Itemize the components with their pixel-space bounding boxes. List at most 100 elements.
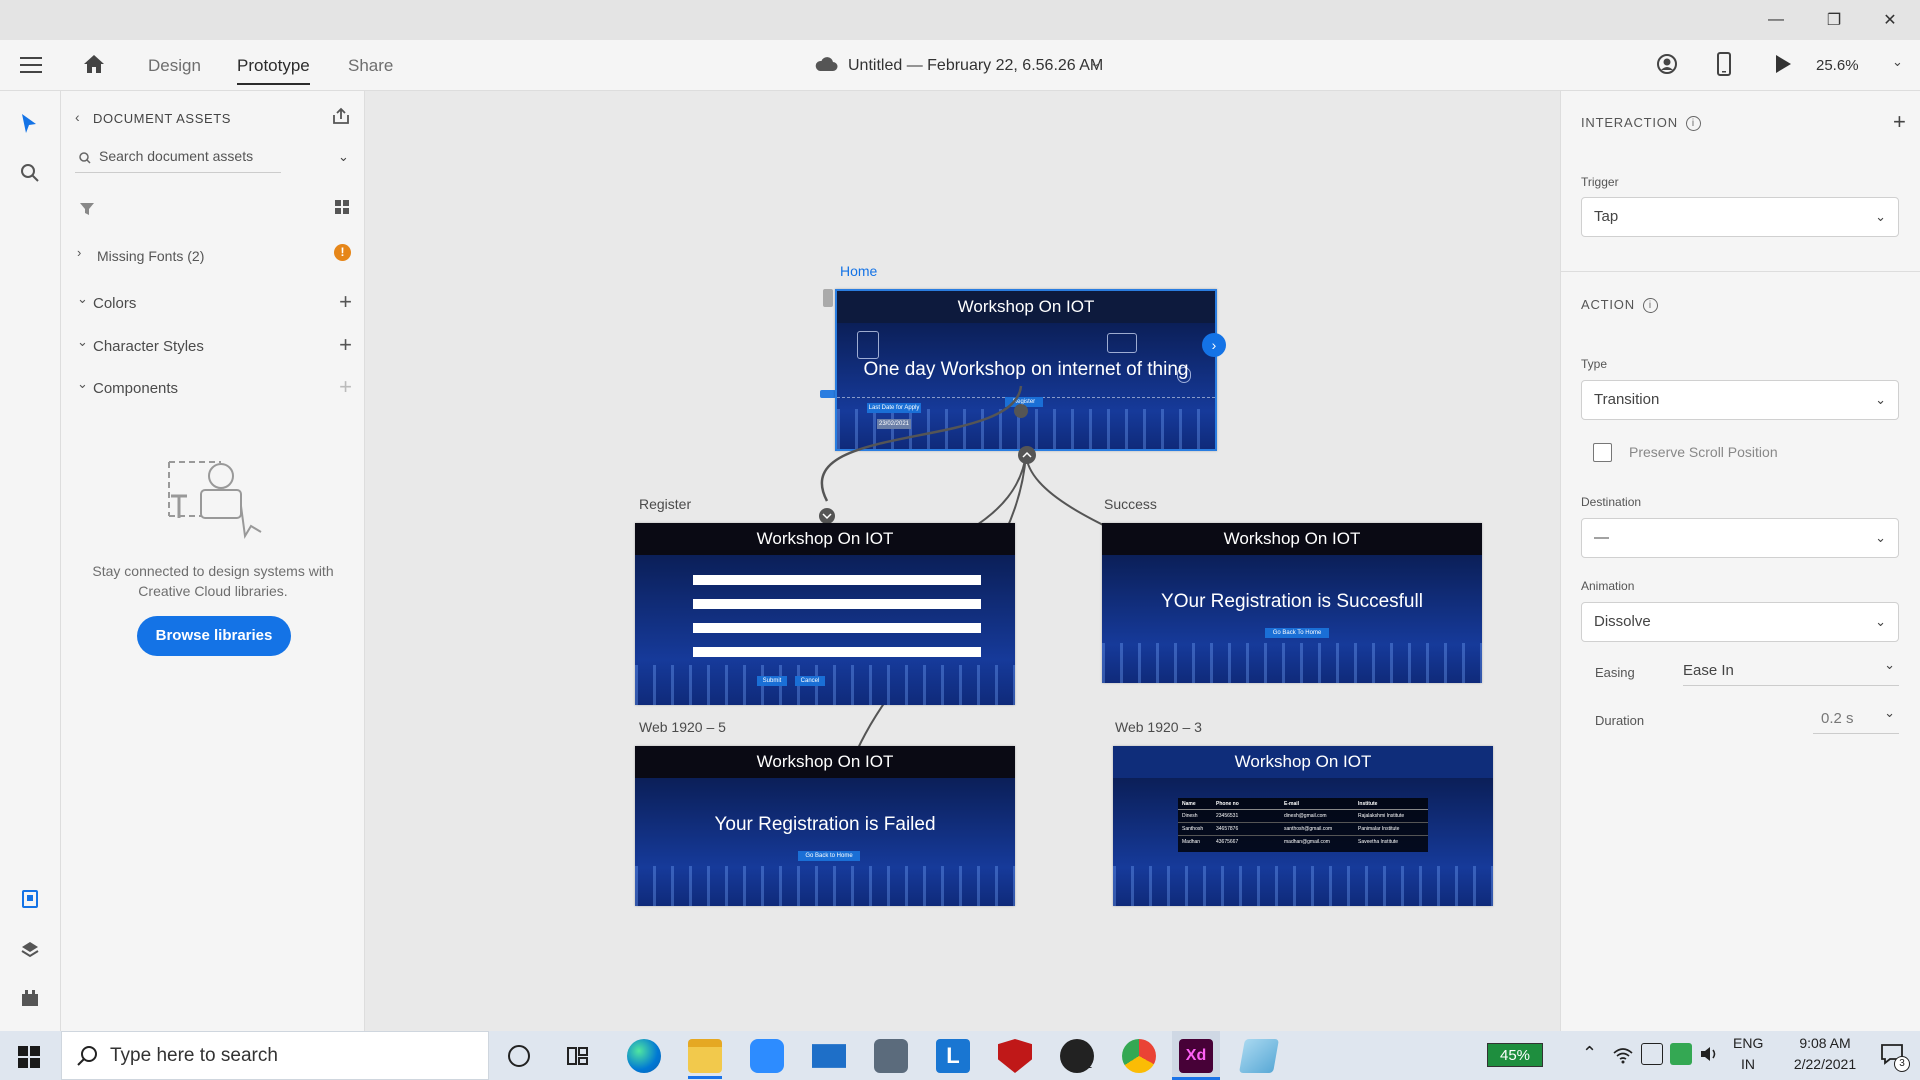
- edge-browser-icon[interactable]: [627, 1039, 661, 1073]
- layers-icon[interactable]: [20, 939, 40, 964]
- add-color-icon[interactable]: +: [339, 291, 352, 313]
- design-canvas[interactable]: Home Workshop On IOT One day Workshop on…: [365, 91, 1560, 1031]
- easing-dropdown[interactable]: Ease In ⌄: [1683, 656, 1899, 686]
- zoom-tool-icon[interactable]: [20, 163, 40, 188]
- language-code[interactable]: ENG: [1733, 1035, 1763, 1051]
- destination-dropdown[interactable]: — ⌄: [1581, 518, 1899, 558]
- duration-field[interactable]: 0.2 s ⌄: [1813, 704, 1899, 734]
- xbox-badge: 1: [1086, 1059, 1093, 1071]
- character-styles-chevron-icon[interactable]: ⌄: [77, 334, 88, 350]
- assets-header: DOCUMENT ASSETS: [93, 111, 232, 126]
- clock-date[interactable]: 2/22/2021: [1775, 1056, 1875, 1072]
- home-icon[interactable]: [82, 53, 106, 80]
- artboard-web-5[interactable]: Workshop On IOT Your Registration is Fai…: [635, 746, 1015, 906]
- table-cell: santhosh@gmail.com: [1284, 826, 1333, 832]
- wifi-icon[interactable]: [1612, 1043, 1634, 1065]
- restore-button[interactable]: ❐: [1806, 0, 1862, 40]
- artboard-label-success[interactable]: Success: [1104, 496, 1157, 512]
- app-menubar: Design Prototype Share Untitled — Februa…: [0, 40, 1920, 91]
- mobile-preview-icon[interactable]: [1716, 52, 1732, 81]
- trigger-value: Tap: [1594, 208, 1619, 225]
- device-icon[interactable]: [1641, 1043, 1663, 1065]
- artboard-register[interactable]: Workshop On IOT Submit Cancel: [635, 523, 1015, 705]
- taskbar-search-box[interactable]: Type here to search: [61, 1031, 489, 1080]
- camera-icon[interactable]: [874, 1039, 908, 1073]
- artboard-web-3[interactable]: Workshop On IOT Name Phone no E-mail Ins…: [1113, 746, 1493, 906]
- tab-design[interactable]: Design: [148, 40, 201, 91]
- snip-tool-icon[interactable]: [1239, 1039, 1279, 1073]
- form-field: [693, 599, 981, 609]
- cortana-icon[interactable]: [508, 1045, 530, 1067]
- back-chevron-icon[interactable]: ‹: [75, 109, 80, 125]
- components-chevron-icon[interactable]: ⌄: [77, 376, 88, 392]
- zoom-level[interactable]: 25.6%: [1816, 40, 1859, 91]
- colors-section[interactable]: Colors: [93, 295, 136, 312]
- windows-start-icon[interactable]: [18, 1046, 40, 1073]
- export-assets-icon[interactable]: [331, 106, 351, 131]
- city-skyline: [635, 665, 1015, 705]
- language-region[interactable]: IN: [1733, 1056, 1763, 1072]
- expand-chevron-icon[interactable]: ›: [77, 245, 81, 260]
- animation-dropdown[interactable]: Dissolve ⌄: [1581, 602, 1899, 642]
- chrome-icon[interactable]: [1122, 1039, 1156, 1073]
- zoom-app-icon[interactable]: [750, 1039, 784, 1073]
- chevron-down-icon[interactable]: ⌄: [1090, 55, 1101, 71]
- mcafee-icon[interactable]: [998, 1039, 1032, 1073]
- colors-chevron-icon[interactable]: ⌄: [77, 291, 88, 307]
- close-window-button[interactable]: ✕: [1862, 0, 1918, 40]
- task-view-icon[interactable]: [566, 1045, 590, 1072]
- add-interaction-plus-icon[interactable]: +: [1893, 109, 1906, 135]
- add-character-style-icon[interactable]: +: [339, 334, 352, 356]
- trigger-label: Trigger: [1581, 175, 1619, 189]
- registrations-table: Name Phone no E-mail Institute Dinesh 23…: [1178, 798, 1428, 852]
- hamburger-menu-icon[interactable]: [20, 55, 42, 75]
- components-section[interactable]: Components: [93, 380, 178, 397]
- search-filter-chevron-icon[interactable]: ⌄: [338, 149, 349, 165]
- select-tool-icon[interactable]: [20, 113, 38, 140]
- document-assets-icon[interactable]: [20, 889, 40, 914]
- chevron-up-icon[interactable]: ⌃: [1582, 1043, 1597, 1064]
- artboard-label-web-5[interactable]: Web 1920 – 5: [639, 719, 726, 735]
- clock-time[interactable]: 9:08 AM: [1775, 1035, 1875, 1051]
- assets-search-field[interactable]: Search document assets: [75, 143, 281, 173]
- interaction-header: INTERACTION i: [1581, 115, 1701, 132]
- type-value: Transition: [1594, 391, 1660, 408]
- document-title[interactable]: Untitled — February 22, 6.56.26 AM: [848, 40, 1103, 91]
- cancel-button: Cancel: [795, 676, 825, 686]
- grid-view-icon[interactable]: [334, 199, 350, 220]
- file-explorer-icon[interactable]: [688, 1039, 722, 1073]
- minimize-button[interactable]: —: [1748, 0, 1804, 40]
- tab-share[interactable]: Share: [348, 40, 393, 91]
- artboard-label-register[interactable]: Register: [639, 496, 691, 512]
- table-header-cell: Institute: [1358, 801, 1378, 807]
- tab-prototype[interactable]: Prototype: [237, 40, 310, 91]
- interaction-header-label: INTERACTION: [1581, 115, 1678, 130]
- table-cell: 43675667: [1216, 839, 1239, 845]
- play-preview-icon[interactable]: [1774, 54, 1792, 79]
- artboard-success[interactable]: Workshop On IOT YOur Registration is Suc…: [1102, 523, 1482, 683]
- mail-icon[interactable]: [812, 1044, 846, 1068]
- adobe-xd-icon[interactable]: Xd: [1179, 1039, 1213, 1073]
- filter-icon[interactable]: [79, 201, 95, 222]
- character-styles-section[interactable]: Character Styles: [93, 338, 204, 355]
- browse-libraries-button[interactable]: Browse libraries: [137, 616, 291, 656]
- info-icon[interactable]: i: [1685, 116, 1701, 132]
- missing-fonts-row[interactable]: Missing Fonts (2): [97, 248, 204, 264]
- artboard-label-web-3[interactable]: Web 1920 – 3: [1115, 719, 1202, 735]
- preserve-scroll-checkbox[interactable]: [1593, 443, 1612, 462]
- animation-value: Dissolve: [1594, 613, 1651, 630]
- trigger-dropdown[interactable]: Tap ⌄: [1581, 197, 1899, 237]
- battery-indicator[interactable]: 45%: [1487, 1043, 1543, 1067]
- chevron-down-icon: ⌄: [1875, 530, 1886, 545]
- board-header: Workshop On IOT: [1102, 523, 1482, 555]
- coediting-user-icon[interactable]: [1656, 53, 1678, 80]
- type-dropdown[interactable]: Transition ⌄: [1581, 380, 1899, 420]
- plugins-icon[interactable]: [20, 988, 40, 1013]
- info-icon[interactable]: i: [1642, 298, 1658, 314]
- zoom-chevron-icon[interactable]: ⌄: [1892, 54, 1903, 70]
- submit-button: Submit: [757, 676, 787, 686]
- table-header-cell: Name: [1182, 801, 1196, 807]
- security-icon[interactable]: [1670, 1043, 1692, 1065]
- learning-app-icon[interactable]: L: [936, 1039, 970, 1073]
- volume-icon[interactable]: [1698, 1043, 1720, 1065]
